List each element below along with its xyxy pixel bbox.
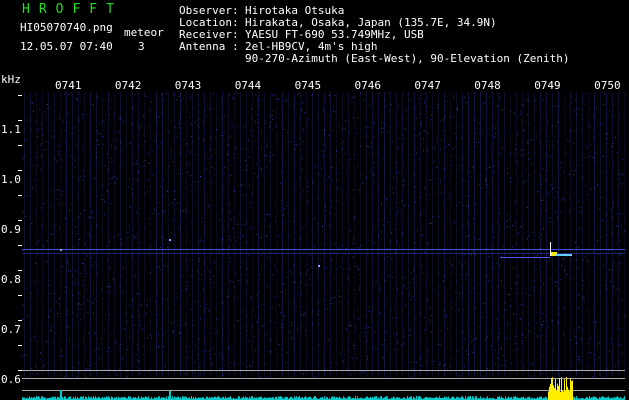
noise-field <box>18 92 626 378</box>
spectrogram <box>18 92 626 400</box>
spectrum-strip <box>22 377 625 400</box>
